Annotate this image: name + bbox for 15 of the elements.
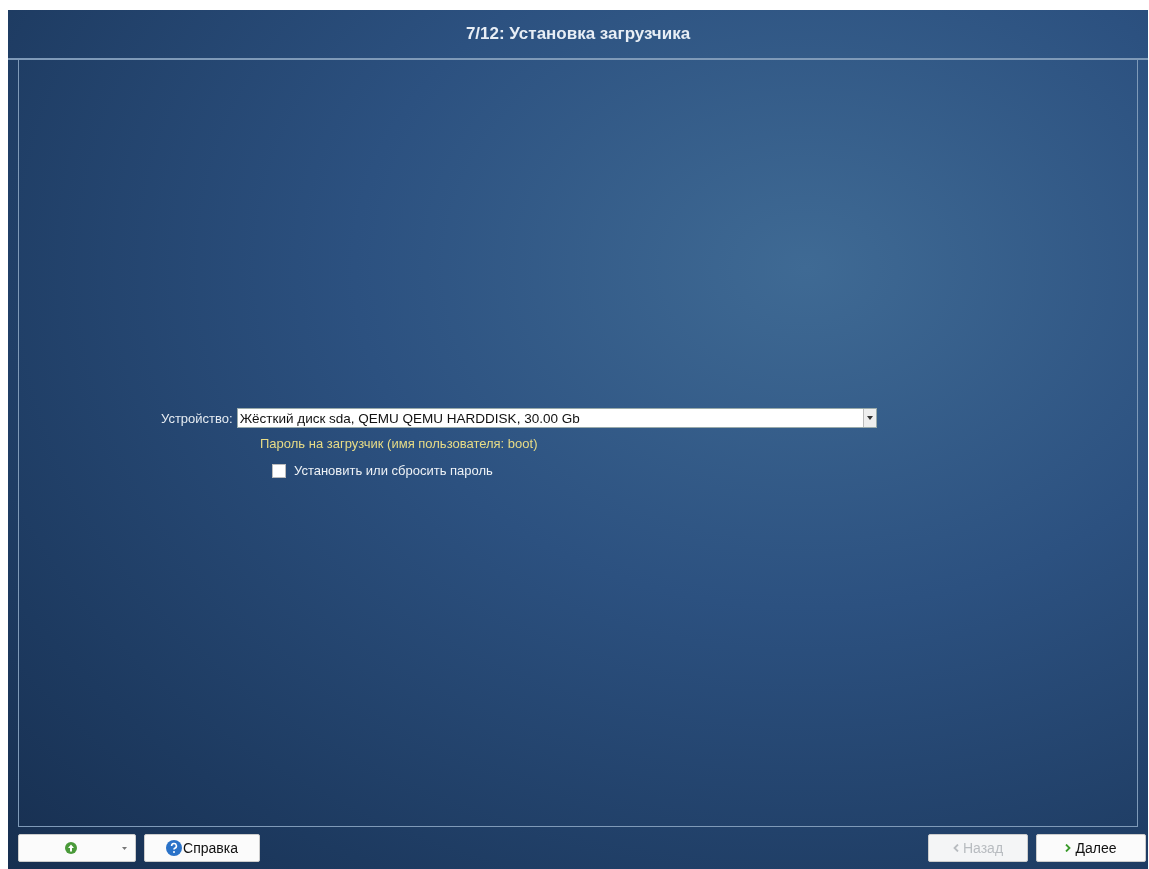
help-button[interactable]: Справка	[144, 834, 260, 862]
device-label: Устройство:	[161, 410, 233, 426]
checkbox-label: Установить или сбросить пароль	[294, 463, 493, 478]
next-button[interactable]: Далее	[1036, 834, 1146, 862]
menu-button[interactable]	[18, 834, 136, 862]
device-dropdown[interactable]: Жёсткий диск sda, QEMU QEMU HARDDISK, 30.00 Gb	[236, 408, 877, 428]
window-title: 7/12: Установка загрузчика	[465, 24, 691, 44]
chevron-left-icon	[952, 844, 959, 852]
help-icon	[166, 840, 183, 856]
password-heading: Пароль на загрузчик (имя пользователя: boot)	[260, 436, 539, 451]
up-arrow-icon	[65, 842, 77, 854]
chevron-right-icon	[1065, 844, 1072, 852]
caret-icon	[122, 846, 127, 850]
caret-icon	[866, 416, 873, 420]
password-checkbox[interactable]	[272, 463, 286, 478]
